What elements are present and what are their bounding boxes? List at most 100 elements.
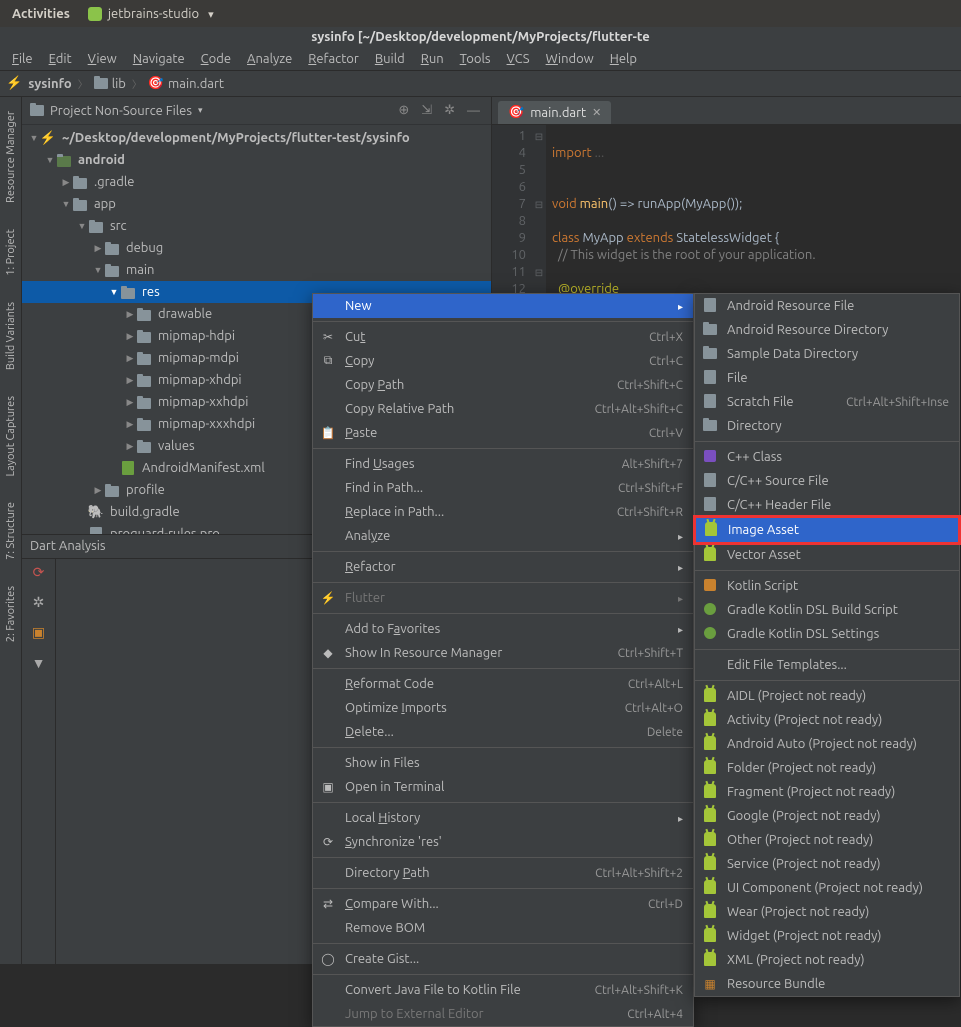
menu-run[interactable]: Run (415, 50, 450, 68)
menu-item-compare-with-[interactable]: ⇄Compare With...Ctrl+D (313, 892, 693, 916)
menu-item-convert-java-file-to-kotlin-file[interactable]: Convert Java File to Kotlin FileCtrl+Alt… (313, 978, 693, 1002)
tool-window-build-variants[interactable]: Build Variants (5, 296, 17, 376)
crumb-folder[interactable]: lib (94, 77, 126, 91)
menu-refactor[interactable]: Refactor (302, 50, 365, 68)
menu-item-flutter[interactable]: ⚡Flutter (313, 586, 693, 610)
menu-item-directory-path[interactable]: Directory PathCtrl+Alt+Shift+2 (313, 861, 693, 885)
menu-item-activity-project-not-ready-[interactable]: Activity (Project not ready) (695, 708, 959, 732)
menu-item-gradle-kotlin-dsl-settings[interactable]: Gradle Kotlin DSL Settings (695, 622, 959, 646)
activities-label[interactable]: Activities (12, 7, 70, 21)
menu-edit[interactable]: Edit (43, 50, 78, 68)
refresh-icon[interactable]: ⟳ (31, 565, 47, 581)
menu-item-cut[interactable]: ✂CutCtrl+X (313, 325, 693, 349)
locate-icon[interactable]: ⊕ (395, 103, 412, 118)
menu-item-edit-file-templates-[interactable]: Edit File Templates... (695, 653, 959, 677)
menu-vcs[interactable]: VCS (501, 50, 536, 68)
menu-item-copy-path[interactable]: Copy PathCtrl+Shift+C (313, 373, 693, 397)
expand-icon[interactable]: ⇲ (418, 103, 435, 118)
menu-item-replace-in-path-[interactable]: Replace in Path...Ctrl+Shift+R (313, 500, 693, 524)
menu-item-open-in-terminal[interactable]: ▣Open in Terminal (313, 775, 693, 799)
gear-icon[interactable]: ✲ (441, 103, 458, 118)
context-menu-new[interactable]: Android Resource FileAndroid Resource Di… (694, 293, 960, 997)
tree-node[interactable]: ▼⚡~/Desktop/development/MyProjects/flutt… (22, 127, 491, 149)
menu-item-c-class[interactable]: C++ Class (695, 445, 959, 469)
menu-item-file[interactable]: File (695, 366, 959, 390)
project-view-selector[interactable]: Project Non-Source Files ▾ (30, 104, 389, 118)
menu-file[interactable]: File (6, 50, 39, 68)
menu-item-sample-data-directory[interactable]: Sample Data Directory (695, 342, 959, 366)
menu-tools[interactable]: Tools (454, 50, 497, 68)
tool-window-2-favorites[interactable]: 2: Favorites (5, 580, 17, 648)
menu-item-analyze[interactable]: Analyze (313, 524, 693, 548)
menu-help[interactable]: Help (604, 50, 643, 68)
menu-item-copy-relative-path[interactable]: Copy Relative PathCtrl+Alt+Shift+C (313, 397, 693, 421)
menu-item-google-project-not-ready-[interactable]: Google (Project not ready) (695, 804, 959, 828)
menu-item-scratch-file[interactable]: Scratch FileCtrl+Alt+Shift+Inse (695, 390, 959, 414)
menu-item-find-usages[interactable]: Find UsagesAlt+Shift+7 (313, 452, 693, 476)
menu-item-reformat-code[interactable]: Reformat CodeCtrl+Alt+L (313, 672, 693, 696)
menu-item-vector-asset[interactable]: Vector Asset (695, 543, 959, 567)
menu-item-android-auto-project-not-ready-[interactable]: Android Auto (Project not ready) (695, 732, 959, 756)
menu-item-remove-bom[interactable]: Remove BOM (313, 916, 693, 940)
menu-item-folder-project-not-ready-[interactable]: Folder (Project not ready) (695, 756, 959, 780)
menu-item-local-history[interactable]: Local History (313, 806, 693, 830)
menu-item-xml-project-not-ready-[interactable]: XML (Project not ready) (695, 948, 959, 972)
menu-item-delete-[interactable]: Delete...Delete (313, 720, 693, 744)
tree-node[interactable]: ▶.gradle (22, 171, 491, 193)
tool-window-resource-manager[interactable]: Resource Manager (5, 105, 17, 209)
menu-item-show-in-resource-manager[interactable]: ◆Show In Resource ManagerCtrl+Shift+T (313, 641, 693, 665)
menu-item-service-project-not-ready-[interactable]: Service (Project not ready) (695, 852, 959, 876)
crumb-project[interactable]: sysinfo (28, 77, 72, 91)
menu-item-aidl-project-not-ready-[interactable]: AIDL (Project not ready) (695, 684, 959, 708)
tree-node[interactable]: ▼main (22, 259, 491, 281)
filter-icon-2[interactable]: ▼ (31, 655, 47, 671)
menu-code[interactable]: Code (195, 50, 237, 68)
menu-item-new[interactable]: New (313, 294, 693, 318)
app-indicator[interactable]: jetbrains-studio (88, 7, 214, 21)
menu-item-copy[interactable]: ⧉CopyCtrl+C (313, 349, 693, 373)
menu-item-gradle-kotlin-dsl-build-script[interactable]: Gradle Kotlin DSL Build Script (695, 598, 959, 622)
menu-item-image-asset[interactable]: Image Asset (693, 515, 961, 545)
settings-icon[interactable]: ✲ (31, 595, 47, 611)
tool-window-1-project[interactable]: 1: Project (5, 223, 17, 282)
menu-item-c-c-header-file[interactable]: C/C++ Header File (695, 493, 959, 517)
context-menu-main[interactable]: New ✂CutCtrl+X⧉CopyCtrl+CCopy PathCtrl+Sh… (312, 293, 694, 1027)
editor-tab-main[interactable]: 🎯 main.dart ✕ (498, 101, 611, 124)
menu-item-add-to-favorites[interactable]: Add to Favorites (313, 617, 693, 641)
menu-item-synchronize-res-[interactable]: ⟳Synchronize 'res' (313, 830, 693, 854)
menu-item-show-in-files[interactable]: Show in Files (313, 751, 693, 775)
tree-node[interactable]: ▼android (22, 149, 491, 171)
menu-item-optimize-imports[interactable]: Optimize ImportsCtrl+Alt+O (313, 696, 693, 720)
tree-node[interactable]: ▼src (22, 215, 491, 237)
menu-item-resource-bundle[interactable]: ▦Resource Bundle (695, 972, 959, 996)
android-icon (704, 547, 716, 561)
menu-item-kotlin-script[interactable]: Kotlin Script (695, 574, 959, 598)
menu-item-c-c-source-file[interactable]: C/C++ Source File (695, 469, 959, 493)
menu-item-wear-project-not-ready-[interactable]: Wear (Project not ready) (695, 900, 959, 924)
menu-item-ui-component-project-not-ready-[interactable]: UI Component (Project not ready) (695, 876, 959, 900)
menu-item-paste[interactable]: 📋PasteCtrl+V (313, 421, 693, 445)
tool-window-layout-captures[interactable]: Layout Captures (5, 390, 17, 483)
minimize-icon[interactable]: — (464, 104, 483, 118)
menu-item-jump-to-external-editor[interactable]: Jump to External EditorCtrl+Alt+4 (313, 1002, 693, 1026)
tree-node[interactable]: ▼app (22, 193, 491, 215)
close-tab-icon[interactable]: ✕ (592, 106, 601, 119)
menu-item-create-gist-[interactable]: ◯Create Gist... (313, 947, 693, 971)
tool-window-7-structure[interactable]: 7: Structure (5, 496, 17, 566)
tree-node[interactable]: ▶debug (22, 237, 491, 259)
menu-item-android-resource-directory[interactable]: Android Resource Directory (695, 318, 959, 342)
menu-analyze[interactable]: Analyze (241, 50, 298, 68)
crumb-file[interactable]: 🎯 main.dart (148, 76, 224, 91)
menu-view[interactable]: View (82, 50, 123, 68)
filter-icon-1[interactable]: ▣ (31, 625, 47, 641)
menu-item-fragment-project-not-ready-[interactable]: Fragment (Project not ready) (695, 780, 959, 804)
menu-navigate[interactable]: Navigate (127, 50, 191, 68)
menu-item-other-project-not-ready-[interactable]: Other (Project not ready) (695, 828, 959, 852)
menu-item-android-resource-file[interactable]: Android Resource File (695, 294, 959, 318)
menu-window[interactable]: Window (540, 50, 600, 68)
menu-item-widget-project-not-ready-[interactable]: Widget (Project not ready) (695, 924, 959, 948)
menu-item-refactor[interactable]: Refactor (313, 555, 693, 579)
menu-item-directory[interactable]: Directory (695, 414, 959, 438)
menu-build[interactable]: Build (369, 50, 411, 68)
menu-item-find-in-path-[interactable]: Find in Path...Ctrl+Shift+F (313, 476, 693, 500)
